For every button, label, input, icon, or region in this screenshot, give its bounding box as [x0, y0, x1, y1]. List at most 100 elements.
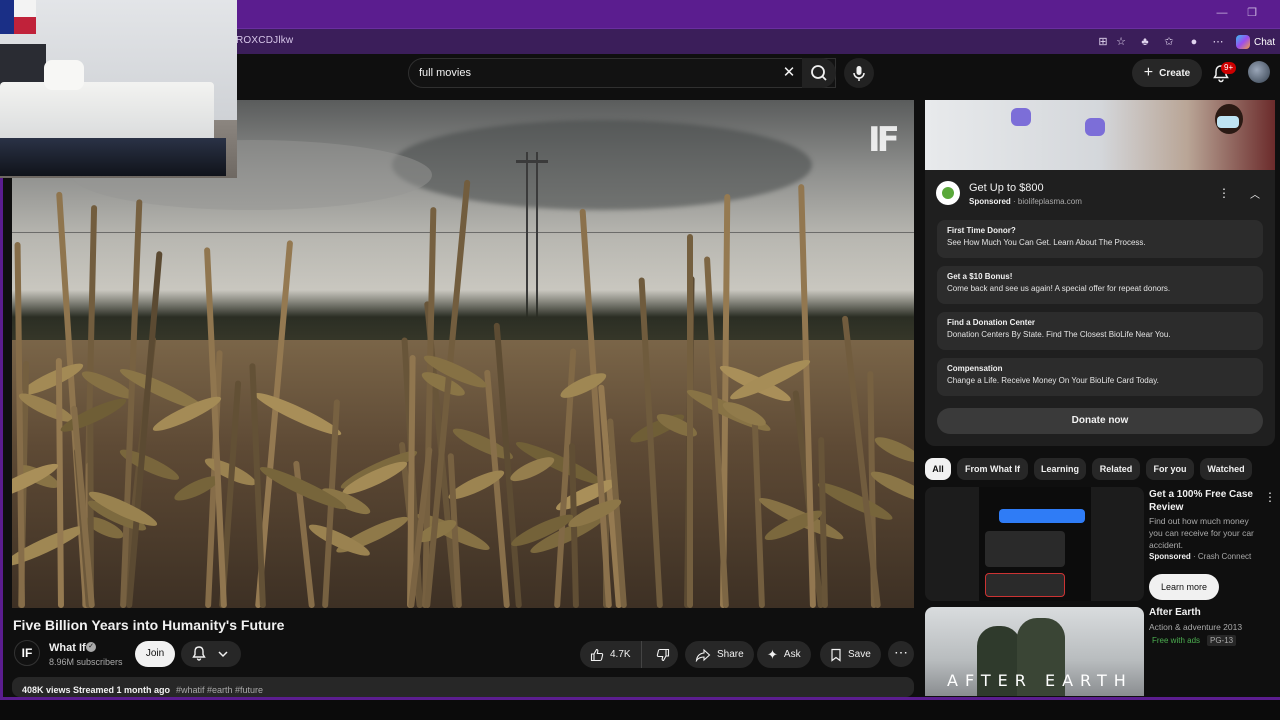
bottom-strip — [0, 700, 1280, 720]
favorites-icon[interactable]: ✩ — [1160, 33, 1178, 51]
join-button[interactable]: Join — [135, 641, 175, 667]
verified-check-icon: ✓ — [86, 642, 96, 652]
channel-avatar[interactable]: IF — [14, 640, 40, 666]
profile-icon[interactable]: ● — [1185, 33, 1203, 51]
ad-sponsor-line: Sponsored · biolifeplasma.com — [969, 197, 1082, 206]
filter-chips: All From What If Learning Related For yo… — [925, 458, 1275, 480]
sitelink-desc: Donation Centers By State. Find The Clos… — [947, 330, 1171, 339]
corn-leaf — [872, 432, 914, 467]
ad-sitelink[interactable]: Compensation Change a Life. Receive Mone… — [937, 358, 1263, 396]
corn-stalk — [841, 315, 881, 608]
restore-icon[interactable]: ❐ — [1242, 4, 1262, 22]
sponsored-label: Sponsored — [969, 197, 1011, 206]
search-query[interactable]: full movies — [419, 67, 471, 79]
ad-options-icon[interactable]: ⋮ — [1218, 186, 1230, 200]
ad-image-glove — [1085, 118, 1105, 136]
notification-count-badge: 9+ — [1221, 62, 1237, 74]
description-box[interactable]: 408K views Streamed 1 month ago #whatif … — [12, 677, 914, 697]
subscription-notifications-button[interactable] — [181, 641, 241, 667]
flag-stripe-red — [14, 17, 36, 34]
thumbnail-phone-screen — [979, 487, 1091, 601]
plus-icon: + — [1143, 64, 1154, 81]
more-icon: ⋯ — [894, 644, 908, 660]
copilot-chat-button[interactable]: Chat — [1236, 33, 1275, 51]
share-icon — [695, 648, 711, 662]
corn-stalk — [638, 277, 663, 608]
corn-stalk — [751, 415, 765, 608]
channel-name[interactable]: What If — [49, 642, 86, 654]
thumbs-down-icon — [656, 648, 669, 661]
chip-for-you[interactable]: For you — [1146, 458, 1194, 480]
screen: — ❐ ROXCDJlkw ⊞ ☆ ♣ ✩ ● ⋯ Chat full movi… — [0, 0, 1280, 720]
chip-learning[interactable]: Learning — [1034, 458, 1086, 480]
app-install-icon[interactable]: ⊞ — [1094, 33, 1112, 51]
thumbs-up-icon — [590, 648, 604, 661]
subscriber-count: 8.96M subscribers — [49, 657, 123, 667]
chip-all[interactable]: All — [925, 458, 951, 480]
corn-leaf — [507, 452, 557, 486]
chip-from-what-if[interactable]: From What If — [957, 458, 1028, 480]
ask-label: Ask — [783, 649, 801, 660]
channel-watermark[interactable]: IF — [868, 120, 900, 160]
view-count-and-date: 408K views Streamed 1 month ago — [22, 685, 171, 695]
advertiser-name: Crash Connect — [1197, 552, 1252, 561]
bell-icon — [192, 646, 228, 661]
sponsored-video-title[interactable]: Get a 100% Free Case Review — [1149, 488, 1259, 514]
chip-related[interactable]: Related — [1092, 458, 1140, 480]
collapse-chevron-icon[interactable]: ︿ — [1250, 186, 1260, 201]
share-button[interactable]: Share — [685, 641, 754, 668]
search-button[interactable] — [802, 58, 836, 88]
thumbnail-title-text: AFTER EARTH — [947, 671, 1133, 690]
sponsored-byline: Sponsored · Crash Connect — [1149, 552, 1252, 561]
minimize-icon[interactable]: — — [1212, 4, 1232, 22]
sponsored-video-desc: Find out how much money you can receive … — [1149, 516, 1254, 550]
url-text[interactable]: ROXCDJlkw — [236, 35, 293, 46]
ad-sitelink[interactable]: Get a $10 Bonus! Come back and see us ag… — [937, 266, 1263, 304]
create-button[interactable]: + Create — [1132, 59, 1202, 87]
sitelink-title: Compensation — [947, 364, 1003, 373]
movie-thumbnail[interactable]: AFTER EARTH — [925, 607, 1144, 696]
sponsored-video-thumbnail[interactable] — [925, 487, 1144, 601]
dislike-button[interactable] — [648, 641, 678, 668]
chip-watched[interactable]: Watched — [1200, 458, 1252, 480]
movie-title[interactable]: After Earth — [1149, 607, 1201, 618]
microphone-icon — [853, 66, 865, 81]
corn-stalk — [687, 234, 693, 608]
thumbnail-message-bubble — [985, 573, 1065, 597]
voice-search-button[interactable] — [844, 58, 874, 88]
more-menu-icon[interactable]: ⋯ — [1209, 33, 1227, 51]
ad-sitelink[interactable]: Find a Donation Center Donation Centers … — [937, 312, 1263, 350]
copilot-icon — [1236, 35, 1250, 49]
learn-more-button[interactable]: Learn more — [1149, 574, 1219, 600]
ad-sitelink[interactable]: First Time Donor? See How Much You Can G… — [937, 220, 1263, 258]
sparkle-icon: ✦ — [767, 646, 778, 662]
sponsored-label: Sponsored — [1149, 552, 1191, 561]
search-icon — [811, 65, 827, 81]
save-button[interactable]: Save — [820, 641, 881, 668]
free-with-ads-label: Free with ads — [1152, 636, 1201, 645]
video-title: Five Billion Years into Humanity's Futur… — [13, 617, 285, 633]
like-button[interactable]: 4.7K — [580, 641, 642, 668]
clear-search-icon[interactable]: ✕ — [779, 63, 799, 83]
ask-button[interactable]: ✦ Ask — [757, 641, 811, 668]
donate-now-button[interactable]: Donate now — [937, 408, 1263, 434]
rating-badge: PG-13 — [1207, 635, 1237, 646]
advertiser-logo[interactable] — [936, 181, 960, 205]
sitelink-title: Find a Donation Center — [947, 318, 1035, 327]
ad-title[interactable]: Get Up to $800 — [969, 182, 1044, 194]
corn-leaf — [252, 387, 345, 441]
search-input[interactable]: full movies ✕ — [408, 58, 836, 88]
corn-stalk — [798, 184, 816, 608]
hashtags[interactable]: #whatif #earth #future — [176, 685, 263, 695]
webcam-pillow — [44, 60, 84, 90]
user-avatar[interactable] — [1248, 61, 1270, 83]
more-options-icon[interactable]: ⋮ — [1264, 490, 1276, 504]
sitelink-title: First Time Donor? — [947, 226, 1016, 235]
ad-image-glove — [1011, 108, 1031, 126]
ad-banner-image[interactable] — [925, 100, 1275, 170]
extensions-icon[interactable]: ♣ — [1136, 33, 1154, 51]
like-dislike-group: 4.7K — [580, 641, 678, 668]
more-actions-button[interactable]: ⋯ — [888, 641, 914, 667]
star-icon[interactable]: ☆ — [1112, 33, 1130, 51]
ad-image-mask — [1217, 116, 1239, 128]
